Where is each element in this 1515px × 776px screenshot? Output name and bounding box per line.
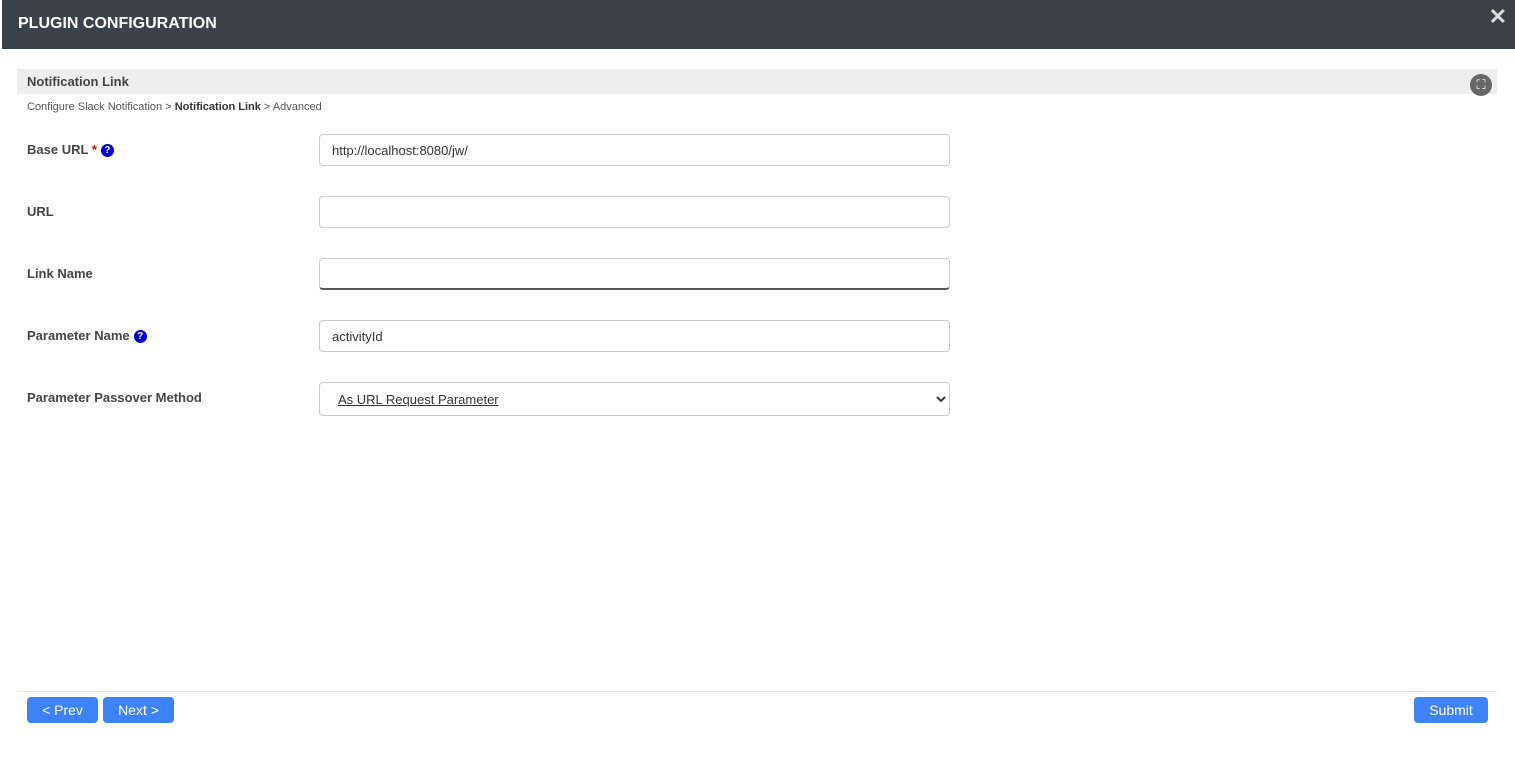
- base-url-row: Base URL *?: [27, 134, 950, 166]
- breadcrumb-item: Advanced: [272, 101, 322, 113]
- link-name-label: Link Name: [27, 266, 93, 281]
- link-name-row: Link Name: [27, 258, 950, 290]
- parameter-name-label: Parameter Name?: [27, 328, 147, 343]
- section-title: Notification Link: [27, 74, 129, 89]
- parameter-name-input[interactable]: [319, 320, 950, 352]
- prev-button[interactable]: < Prev: [27, 697, 98, 723]
- help-icon[interactable]: ?: [133, 330, 147, 343]
- link-name-input[interactable]: [319, 258, 950, 290]
- url-label: URL: [27, 204, 54, 219]
- passover-method-label: Parameter Passover Method: [27, 390, 202, 405]
- dialog-title: PLUGIN CONFIGURATION: [18, 15, 217, 32]
- close-icon[interactable]: ✕: [1489, 4, 1507, 30]
- breadcrumb-item-current: Notification Link: [174, 101, 261, 113]
- breadcrumb: Configure Slack Notification > Notificat…: [27, 101, 322, 113]
- base-url-input[interactable]: [319, 134, 950, 166]
- footer-divider: [17, 691, 1497, 692]
- label-text: Parameter Name: [27, 328, 130, 343]
- url-row: URL: [27, 196, 950, 228]
- required-marker: *: [91, 142, 97, 157]
- next-button[interactable]: Next >: [103, 697, 174, 723]
- passover-method-select[interactable]: As URL Request Parameter: [319, 382, 950, 416]
- dialog-header: PLUGIN CONFIGURATION ✕: [2, 0, 1515, 49]
- passover-method-row: Parameter Passover Method As URL Request…: [27, 382, 950, 416]
- breadcrumb-separator: >: [165, 101, 172, 113]
- breadcrumb-item: Configure Slack Notification: [27, 101, 163, 113]
- section-header: Notification Link ⛶: [17, 69, 1497, 96]
- fullscreen-icon[interactable]: ⛶: [1470, 74, 1492, 96]
- url-input[interactable]: [319, 196, 950, 228]
- breadcrumb-separator: >: [263, 101, 271, 113]
- parameter-name-row: Parameter Name?: [27, 320, 950, 352]
- base-url-label: Base URL *?: [27, 142, 114, 157]
- help-icon[interactable]: ?: [100, 144, 114, 157]
- submit-button[interactable]: Submit: [1414, 697, 1488, 723]
- label-text: Base URL: [27, 142, 89, 157]
